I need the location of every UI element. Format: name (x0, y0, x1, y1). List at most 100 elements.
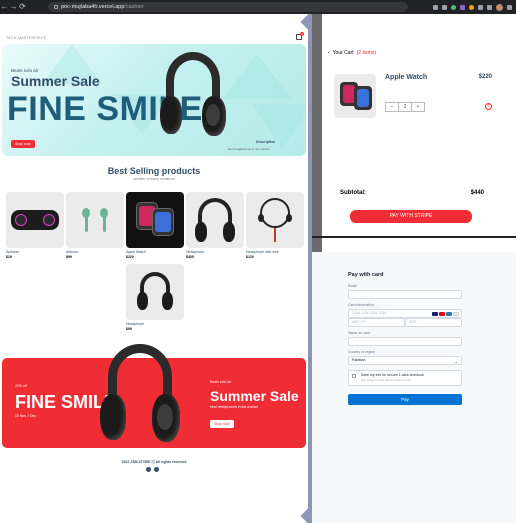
cart-count-badge: 1 (300, 32, 304, 36)
product-image-airbuds[interactable] (66, 192, 124, 248)
card-expiry-cvc-row: MM / YY CVC (348, 318, 462, 327)
cart-item-image (334, 74, 376, 118)
quantity-plus-button[interactable]: + (412, 103, 424, 111)
extension-purple-icon[interactable] (460, 4, 465, 10)
panel-separator (312, 236, 516, 238)
products-subheading: speaker of many variations (133, 177, 175, 181)
product-name: Speaker (6, 250, 20, 254)
cart-item-price: $220 (478, 74, 492, 80)
product-price: $19 (6, 255, 12, 259)
product-image-headphone-wire[interactable] (246, 192, 304, 248)
country-select[interactable]: Pakistan ⌄ (348, 356, 462, 365)
extension-green-icon[interactable] (451, 4, 456, 10)
remove-item-icon[interactable]: × (485, 103, 492, 110)
product-price: $220 (126, 255, 134, 259)
cart-header[interactable]: ‹ Your Cart (2 items) (328, 50, 376, 56)
star-icon[interactable] (442, 4, 447, 10)
forward-icon[interactable]: → (9, 0, 18, 14)
quantity-minus-button[interactable]: − (386, 103, 399, 111)
puzzle-icon[interactable] (478, 4, 483, 10)
sidebar-icon[interactable] (487, 4, 492, 10)
product-price: $120 (246, 255, 254, 259)
footer-banner: 20% off FINE SMILE 15 Nov 7 Dec Beats so… (2, 344, 306, 448)
country-value: Pakistan (352, 358, 366, 362)
cvc-field[interactable]: CVC (405, 318, 462, 327)
product-price: $400 (186, 255, 194, 259)
email-label: Email (348, 284, 357, 288)
product-card[interactable]: Headphone $400 (186, 192, 244, 259)
footer-small-text: Beats solo air (210, 380, 232, 384)
subtotal-value: $440 (470, 190, 484, 196)
product-card[interactable]: Headphone with wire $120 (246, 192, 304, 259)
browser-toolbar: ← → ⟳ poc-mujtaba4h.vercel.app /cashier (0, 0, 516, 14)
products-heading: Best Selling products (107, 166, 201, 176)
back-icon[interactable]: ← (0, 0, 9, 14)
name-label: Name on card (348, 331, 370, 335)
extension-yellow-icon[interactable] (469, 4, 474, 10)
copyright-text: 2022 JSM STORE ⓒ All rights reserved (121, 460, 187, 464)
hero-pattern (222, 54, 292, 99)
pay-button[interactable]: Pay (348, 394, 462, 405)
footer-discount-text: 20% off (15, 384, 27, 388)
hero-description-text: best headphones in the market (228, 147, 270, 151)
address-bar[interactable]: poc-mujtaba4h.vercel.app /cashier (48, 2, 408, 12)
pay-with-stripe-button[interactable]: PAY WITH STRIPE (350, 210, 472, 223)
store-navbar: TECH MASTERPIECE 1 (4, 32, 304, 42)
cart-item-name: Apple Watch (385, 74, 428, 81)
footer-description-text: best headphones in the market (210, 405, 259, 409)
subtotal-label: Subtotal: (340, 190, 366, 196)
viewport: TECH MASTERPIECE 1 Beats solo air Summer… (0, 13, 516, 523)
save-info-title: Save my info for secure 1-click checkout (361, 373, 424, 377)
product-card[interactable]: Headphone $99 (126, 264, 184, 331)
card-number-field[interactable]: 1234 1234 1234 1234 (348, 309, 462, 318)
app-window: ← → ⟳ poc-mujtaba4h.vercel.app /cashier … (0, 0, 516, 523)
card-brand-icons (432, 312, 459, 316)
product-price: $99 (66, 255, 72, 259)
twitter-icon[interactable] (154, 467, 159, 472)
quantity-stepper: − 2 + (385, 102, 425, 112)
email-field[interactable] (348, 290, 462, 299)
save-info-checkbox[interactable]: Save my info for secure 1-click checkout… (348, 370, 462, 386)
product-name: Headphone (186, 250, 205, 254)
mastercard-icon (439, 312, 445, 316)
visa-icon (432, 312, 438, 316)
footer-shop-button[interactable]: Shop now (210, 420, 234, 428)
cart-panel: ‹ Your Cart (2 items) Apple Watch $220 −… (322, 14, 516, 252)
name-field[interactable] (348, 337, 462, 346)
stripe-checkout: Pay with card Email Card information 123… (312, 252, 516, 523)
store-logo[interactable]: TECH MASTERPIECE (6, 36, 46, 40)
payment-form: Pay with card Email Card information 123… (348, 272, 462, 432)
avatar[interactable] (496, 3, 503, 11)
expiry-field[interactable]: MM / YY (348, 318, 405, 327)
url-path: /cashier (124, 4, 144, 10)
reload-icon[interactable]: ⟳ (18, 0, 27, 14)
product-name: Headphone with wire (246, 250, 279, 254)
product-image-speaker[interactable] (6, 192, 64, 248)
product-name: Headphone (126, 322, 145, 326)
product-image-headphone-2[interactable] (126, 264, 184, 320)
social-links (146, 467, 159, 472)
product-card[interactable]: Airbuds $99 (66, 192, 124, 259)
product-price: $99 (126, 327, 132, 331)
footer-date-text: 15 Nov 7 Dec (15, 414, 37, 418)
hero-mid-text: Summer Sale (11, 73, 100, 89)
product-name: Apple Watch (126, 250, 146, 254)
hero-banner: Beats solo air Summer Sale FINE SMILE Sh… (2, 44, 306, 156)
kebab-menu-icon[interactable] (507, 4, 512, 10)
cart-heading: Your Cart (332, 50, 354, 56)
cart-item-count: (2 items) (356, 50, 377, 56)
browser-extensions (433, 0, 512, 14)
hero-shop-button[interactable]: Shop now (11, 140, 35, 148)
product-name: Airbuds (66, 250, 78, 254)
store-page: TECH MASTERPIECE 1 Beats solo air Summer… (0, 14, 308, 523)
instagram-icon[interactable] (146, 467, 151, 472)
product-card[interactable]: Apple Watch $220 (126, 192, 184, 259)
product-image-headphone[interactable] (186, 192, 244, 248)
share-icon[interactable] (433, 4, 438, 10)
product-card[interactable]: Speaker $19 (6, 192, 64, 259)
hero-headphones-image (160, 52, 226, 142)
product-image-apple-watch[interactable] (126, 192, 184, 248)
chevron-left-icon[interactable]: ‹ (328, 50, 330, 56)
checkbox-icon[interactable] (352, 374, 356, 378)
card-number-placeholder: 1234 1234 1234 1234 (352, 311, 387, 315)
